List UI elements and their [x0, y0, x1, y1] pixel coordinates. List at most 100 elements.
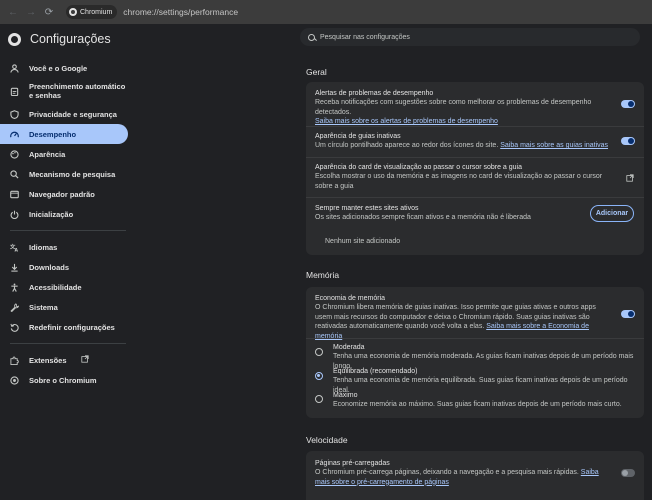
sidebar-item-desempenho[interactable]: Desempenho [0, 124, 128, 144]
memory-saver-title: Economia de memória [315, 295, 386, 302]
divider [306, 338, 644, 339]
settings-sidebar: Configurações Você e o Google Preenchime… [0, 24, 134, 500]
sidebar-item-label: Sistema [29, 302, 58, 312]
row-preload: Páginas pré-carregadas O Chromium pré-ca… [315, 459, 606, 487]
clipboard-icon [10, 87, 19, 96]
person-icon [10, 63, 19, 73]
sidebar-item-label: Desempenho [29, 129, 77, 139]
search-input[interactable]: Pesquisar nas configurações [300, 28, 640, 46]
inactive-tabs-desc: Um círculo pontilhado aparece ao redor d… [315, 141, 614, 151]
sidebar-item-navegador-padrao[interactable]: Navegador padrão [0, 184, 134, 204]
preload-title: Páginas pré-carregadas [315, 460, 390, 467]
scrollbar[interactable] [647, 24, 651, 500]
chromium-icon [10, 375, 19, 385]
inactive-tabs-toggle[interactable] [621, 137, 635, 145]
inactive-tabs-learn-more-link[interactable]: Saiba mais sobre as guias inativas [500, 142, 608, 149]
download-icon [10, 263, 19, 272]
browser-icon [10, 190, 19, 199]
sidebar-item-label: Redefinir configurações [29, 322, 115, 332]
card-memoria: Economia de memória O Chromium libera me… [306, 287, 644, 418]
sidebar-item-inicializacao[interactable]: Inicialização [0, 204, 134, 224]
preload-toggle[interactable] [621, 469, 635, 477]
option-label: Equilibrada (recomendado) [333, 368, 418, 375]
row-hover-card[interactable]: Aparência do card de visualização ao pas… [315, 163, 614, 191]
back-button[interactable]: ← [4, 3, 22, 21]
sidebar-divider [10, 343, 126, 344]
sidebar-item-label: Preenchimento automático e senhas [29, 82, 126, 100]
memory-saver-desc: O Chromium libera memória de guias inati… [315, 303, 614, 341]
accessibility-icon [10, 283, 19, 292]
sidebar-item-label: Navegador padrão [29, 189, 95, 199]
sidebar-nav: Você e o Google Preenchimento automático… [0, 58, 134, 390]
alerts-desc: Receba notificações com sugestões sobre … [315, 99, 592, 116]
search-icon [10, 169, 19, 179]
sidebar-item-voce-e-o-google[interactable]: Você e o Google [0, 58, 134, 78]
sidebar-item-sistema[interactable]: Sistema [0, 297, 134, 317]
chip-label: Chromium [80, 8, 113, 16]
sidebar-item-label: Inicialização [29, 209, 74, 219]
option-desc: Economize memória ao máximo. Suas guias … [333, 401, 622, 408]
speedometer-icon [10, 130, 19, 139]
divider [306, 157, 644, 158]
sidebar-item-label: Aparência [29, 149, 66, 159]
preload-desc: O Chromium pré-carrega páginas, deixando… [315, 468, 606, 487]
section-title-geral: Geral [306, 67, 327, 77]
chromium-icon [69, 8, 77, 16]
search-icon [308, 33, 315, 41]
divider [306, 197, 644, 198]
sidebar-item-acessibilidade[interactable]: Acessibilidade [0, 277, 134, 297]
sidebar-divider [10, 230, 126, 231]
hover-card-desc: Escolha mostrar o uso da memória e as im… [315, 173, 603, 190]
option-label: Máximo [333, 392, 358, 399]
card-geral: Alertas de problemas de desempenho Receb… [306, 82, 644, 255]
row-keep-active: Sempre manter estes sites ativos Os site… [315, 204, 574, 223]
row-inactive-tabs: Aparência de guias inativas Um círculo p… [315, 132, 614, 151]
sidebar-item-extensoes[interactable]: Extensões [0, 350, 134, 370]
keep-active-title: Sempre manter estes sites ativos [315, 205, 419, 212]
radio-moderada[interactable] [315, 348, 323, 356]
sidebar-item-label: Sobre o Chromium [29, 375, 97, 385]
sidebar-item-label: Idiomas [29, 242, 58, 252]
radio-maximo[interactable] [315, 395, 323, 403]
alerts-toggle[interactable] [621, 100, 635, 108]
reload-button[interactable]: ⟳ [40, 3, 58, 21]
add-site-button[interactable]: Adicionar [590, 205, 634, 222]
page-title: Configurações [30, 32, 111, 46]
forward-button[interactable]: → [22, 3, 40, 21]
inactive-tabs-title: Aparência de guias inativas [315, 133, 401, 140]
sidebar-item-aparencia[interactable]: Aparência [0, 144, 134, 164]
palette-icon [10, 149, 19, 159]
wrench-icon [10, 302, 19, 312]
sidebar-item-preenchimento[interactable]: Preenchimento automático e senhas [0, 78, 134, 104]
sidebar-item-label: Acessibilidade [29, 282, 82, 292]
settings-header: Configurações [8, 32, 111, 46]
radio-equilibrada[interactable] [315, 372, 323, 380]
sidebar-item-label: Downloads [29, 262, 70, 272]
sidebar-item-sobre[interactable]: Sobre o Chromium [0, 370, 134, 390]
open-in-new-icon [80, 355, 89, 365]
keep-active-desc: Os sites adicionados sempre ficam ativos… [315, 214, 531, 221]
divider [306, 126, 644, 127]
sidebar-item-label: Você e o Google [29, 63, 88, 73]
site-info-chip[interactable]: Chromium [66, 5, 118, 19]
no-sites-text: Nenhum site adicionado [325, 238, 401, 245]
shield-icon [10, 109, 19, 119]
open-in-new-icon[interactable] [626, 174, 634, 182]
sidebar-item-mecanismo[interactable]: Mecanismo de pesquisa [0, 164, 134, 184]
sidebar-item-idiomas[interactable]: 文A Idiomas [0, 237, 134, 257]
search-placeholder: Pesquisar nas configurações [320, 33, 410, 41]
alerts-title: Alertas de problemas de desempenho [315, 90, 434, 97]
preload-desc-text: O Chromium pré-carrega páginas, deixando… [315, 469, 579, 476]
row-performance-alerts: Alertas de problemas de desempenho Receb… [315, 89, 614, 127]
puzzle-icon [10, 356, 19, 365]
sidebar-item-privacidade[interactable]: Privacidade e segurança [0, 104, 134, 124]
memory-saver-toggle[interactable] [621, 310, 635, 318]
sidebar-item-redefinir[interactable]: Redefinir configurações [0, 317, 134, 337]
option-maximo[interactable]: Máximo Economize memória ao máximo. Suas… [333, 391, 635, 410]
address-bar[interactable]: chrome://settings/performance [123, 7, 238, 17]
sidebar-item-downloads[interactable]: Downloads [0, 257, 134, 277]
sidebar-item-label: Mecanismo de pesquisa [29, 169, 116, 179]
sidebar-item-label: Privacidade e segurança [29, 109, 117, 119]
hover-card-title: Aparência do card de visualização ao pas… [315, 164, 523, 171]
inactive-tabs-desc-text: Um círculo pontilhado aparece ao redor d… [315, 142, 499, 149]
